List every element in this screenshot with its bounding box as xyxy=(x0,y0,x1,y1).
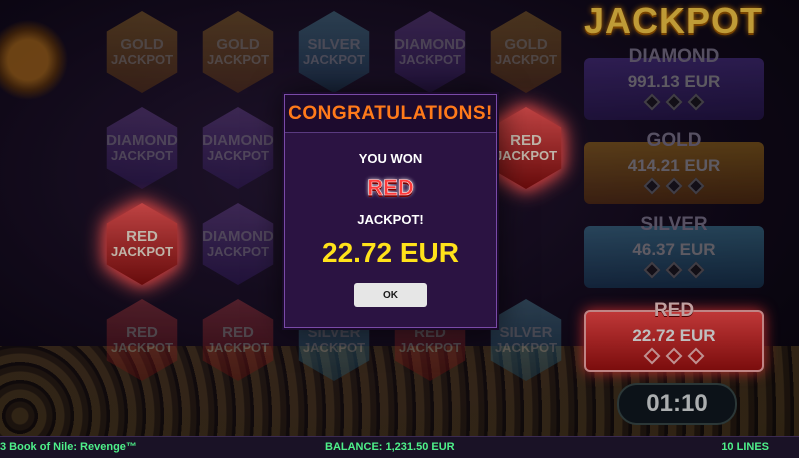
jackpot-type-label: RED xyxy=(367,175,414,201)
game-name: 3 Book of Nile: Revenge™ xyxy=(0,441,137,453)
lines-readout: 10 LINES xyxy=(721,441,769,453)
you-won-label: YOU WON xyxy=(358,151,423,166)
jackpot-win-dialog: CONGRATULATIONS! YOU WON RED JACKPOT! 22… xyxy=(284,94,497,328)
status-bar: 3 Book of Nile: Revenge™ BALANCE: 1,231.… xyxy=(0,436,799,458)
jackpot-word-label: JACKPOT! xyxy=(357,212,424,227)
balance-readout: BALANCE: 1,231.50 EUR xyxy=(325,441,455,453)
dialog-title: CONGRATULATIONS! xyxy=(285,95,496,133)
win-amount: 22.72 EUR xyxy=(322,237,459,268)
ok-button[interactable]: OK xyxy=(354,283,427,307)
